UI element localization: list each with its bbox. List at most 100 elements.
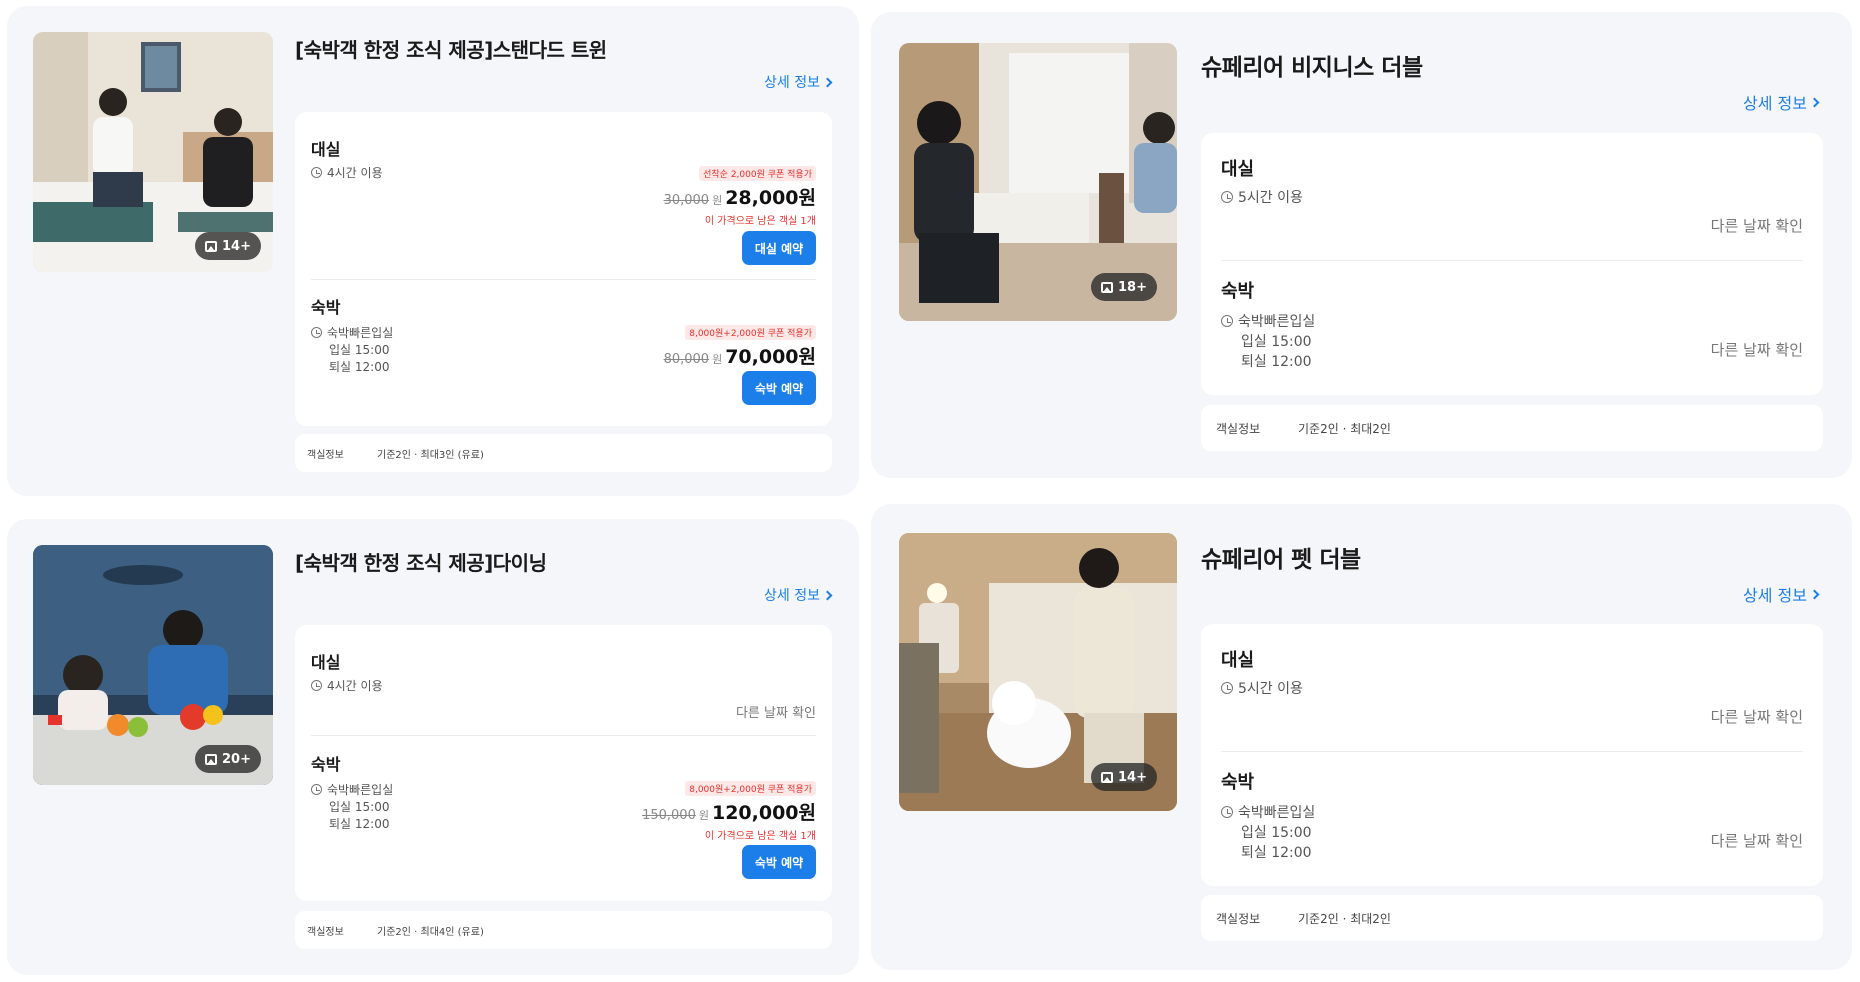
clock-icon	[1221, 315, 1233, 327]
stay-checkout: 퇴실 12:00	[1241, 354, 1312, 370]
stay-checkin: 입실 15:00	[1241, 334, 1312, 350]
photo-count-text: 20+	[222, 751, 251, 767]
daytime-label: 대실	[311, 653, 341, 672]
photo-count-badge[interactable]: 20+	[195, 745, 261, 773]
daytime-duration: 5시간 이용	[1221, 187, 1303, 207]
check-other-dates[interactable]: 다른 날짜 확인	[736, 702, 816, 721]
daytime-duration: 4시간 이용	[311, 677, 383, 694]
stay-type: 숙박빠른입실	[311, 781, 393, 798]
final-price: 28,000원	[725, 187, 816, 209]
detail-info-label: 상세 정보	[764, 588, 820, 604]
stay-book-button[interactable]: 숙박 예약	[742, 845, 816, 879]
stay-label: 숙박	[311, 755, 341, 774]
daytime-label: 대실	[1221, 159, 1255, 180]
room-card-dining: 20+ [숙박객 한정 조식 제공]다이닝 상세 정보 대실 4시간 이용 다른…	[7, 519, 859, 975]
room-title: 슈페리어 펫 더블	[1201, 547, 1361, 573]
rate-panel: 대실 5시간 이용 다른 날짜 확인 숙박 숙박빠른입실 입실 15:00 퇴실…	[1201, 133, 1823, 395]
section-divider	[311, 735, 816, 736]
original-price: 150,000	[642, 808, 696, 823]
photo-count-badge[interactable]: 14+	[195, 232, 261, 260]
clock-icon	[1221, 682, 1233, 694]
room-info-label: 객실정보	[1216, 421, 1261, 436]
stay-label: 숙박	[311, 298, 341, 317]
room-info-label: 객실정보	[307, 926, 344, 938]
section-divider	[311, 279, 816, 280]
room-title: [숙박객 한정 조식 제공]스탠다드 트윈	[295, 38, 607, 62]
check-other-dates[interactable]: 다른 날짜 확인	[1711, 215, 1803, 236]
check-other-dates[interactable]: 다른 날짜 확인	[1711, 830, 1803, 851]
original-price: 80,000	[663, 352, 710, 367]
room-info-value: 기준2인 · 최대2인	[1298, 421, 1391, 436]
room-info-bar[interactable]: 객실정보 기준2인 · 최대4인 (유료)	[295, 911, 832, 949]
room-info-bar[interactable]: 객실정보 기준2인 · 최대2인	[1201, 895, 1823, 941]
detail-info-link[interactable]: 상세 정보	[764, 72, 833, 92]
chevron-right-icon	[822, 590, 833, 600]
section-divider	[1221, 260, 1803, 261]
clock-icon	[311, 327, 322, 338]
room-info-value: 기준2인 · 최대2인	[1298, 911, 1391, 926]
room-card-superior-pet-double: 14+ 슈페리어 펫 더블 상세 정보 대실 5시간 이용 다른 날짜 확인 숙…	[871, 504, 1852, 970]
daytime-duration: 4시간 이용	[311, 164, 383, 181]
original-price-unit: 원	[712, 353, 723, 366]
room-info-value: 기준2인 · 최대4인 (유료)	[377, 926, 484, 938]
stay-checkout: 퇴실 12:00	[329, 360, 390, 374]
room-card-standard-twin: 14+ [숙박객 한정 조식 제공]스탠다드 트윈 상세 정보 대실 4시간 이…	[7, 6, 859, 496]
room-info-bar[interactable]: 객실정보 기준2인 · 최대2인	[1201, 405, 1823, 451]
detail-info-link[interactable]: 상세 정보	[764, 585, 833, 605]
rate-panel: 대실 4시간 이용 선착순 2,000원 쿠폰 적용가 30,000 원 28,…	[295, 112, 832, 426]
photo-count-text: 18+	[1118, 279, 1147, 295]
stay-checkin: 입실 15:00	[329, 800, 390, 814]
room-photo[interactable]: 14+	[33, 32, 273, 272]
stay-price: 80,000 원 70,000원	[664, 342, 816, 369]
room-photo[interactable]: 20+	[33, 545, 273, 785]
room-info-label: 객실정보	[1216, 911, 1261, 926]
photo-count-badge[interactable]: 18+	[1091, 273, 1157, 301]
stay-checkout: 퇴실 12:00	[1241, 845, 1312, 861]
room-card-superior-business-double: 18+ 슈페리어 비지니스 더블 상세 정보 대실 5시간 이용 다른 날짜 확…	[871, 12, 1852, 478]
rate-panel: 대실 4시간 이용 다른 날짜 확인 숙박 숙박빠른입실 입실 15:00 퇴실…	[295, 625, 832, 901]
stay-checkin: 입실 15:00	[329, 343, 390, 357]
stay-type: 숙박빠른입실	[311, 324, 393, 341]
section-divider	[1221, 751, 1803, 752]
room-photo[interactable]: 18+	[899, 43, 1177, 321]
original-price: 30,000	[663, 193, 710, 208]
room-info-bar[interactable]: 객실정보 기준2인 · 최대3인 (유료)	[295, 434, 832, 472]
check-other-dates[interactable]: 다른 날짜 확인	[1711, 706, 1803, 727]
final-price: 70,000원	[725, 346, 816, 368]
stay-label: 숙박	[1221, 772, 1255, 793]
detail-info-label: 상세 정보	[1743, 94, 1807, 113]
clock-icon	[1221, 191, 1233, 203]
photo-count-text: 14+	[1118, 769, 1147, 785]
stay-type: 숙박빠른입실	[1221, 311, 1315, 331]
detail-info-link[interactable]: 상세 정보	[1743, 582, 1820, 606]
gallery-icon	[205, 753, 218, 765]
room-info-value: 기준2인 · 최대3인 (유료)	[377, 449, 484, 461]
gallery-icon	[1101, 771, 1114, 783]
daytime-book-button[interactable]: 대실 예약	[742, 231, 816, 265]
original-price-unit: 원	[712, 194, 723, 207]
stay-checkout: 퇴실 12:00	[329, 817, 390, 831]
remaining-rooms: 이 가격으로 남은 객실 1개	[704, 831, 816, 842]
detail-info-link[interactable]: 상세 정보	[1743, 90, 1820, 114]
daytime-label: 대실	[1221, 650, 1255, 671]
room-photo[interactable]: 14+	[899, 533, 1177, 811]
chevron-right-icon	[822, 77, 833, 87]
photo-count-badge[interactable]: 14+	[1091, 763, 1157, 791]
stay-book-button[interactable]: 숙박 예약	[742, 371, 816, 405]
room-title: 슈페리어 비지니스 더블	[1201, 55, 1423, 81]
chevron-right-icon	[1809, 97, 1820, 107]
remaining-rooms: 이 가격으로 남은 객실 1개	[704, 216, 816, 227]
check-other-dates[interactable]: 다른 날짜 확인	[1711, 339, 1803, 360]
gallery-icon	[205, 240, 218, 252]
original-price-unit: 원	[698, 809, 709, 822]
daytime-label: 대실	[311, 140, 341, 159]
daytime-price: 30,000 원 28,000원	[664, 183, 816, 210]
rate-panel: 대실 5시간 이용 다른 날짜 확인 숙박 숙박빠른입실 입실 15:00 퇴실…	[1201, 624, 1823, 886]
clock-icon	[311, 167, 322, 178]
daytime-duration: 5시간 이용	[1221, 678, 1303, 698]
coupon-badge: 선착순 2,000원 쿠폰 적용가	[699, 166, 816, 181]
stay-label: 숙박	[1221, 281, 1255, 302]
room-info-label: 객실정보	[307, 449, 344, 461]
photo-count-text: 14+	[222, 238, 251, 254]
stay-price: 150,000 원 120,000원	[642, 798, 816, 825]
